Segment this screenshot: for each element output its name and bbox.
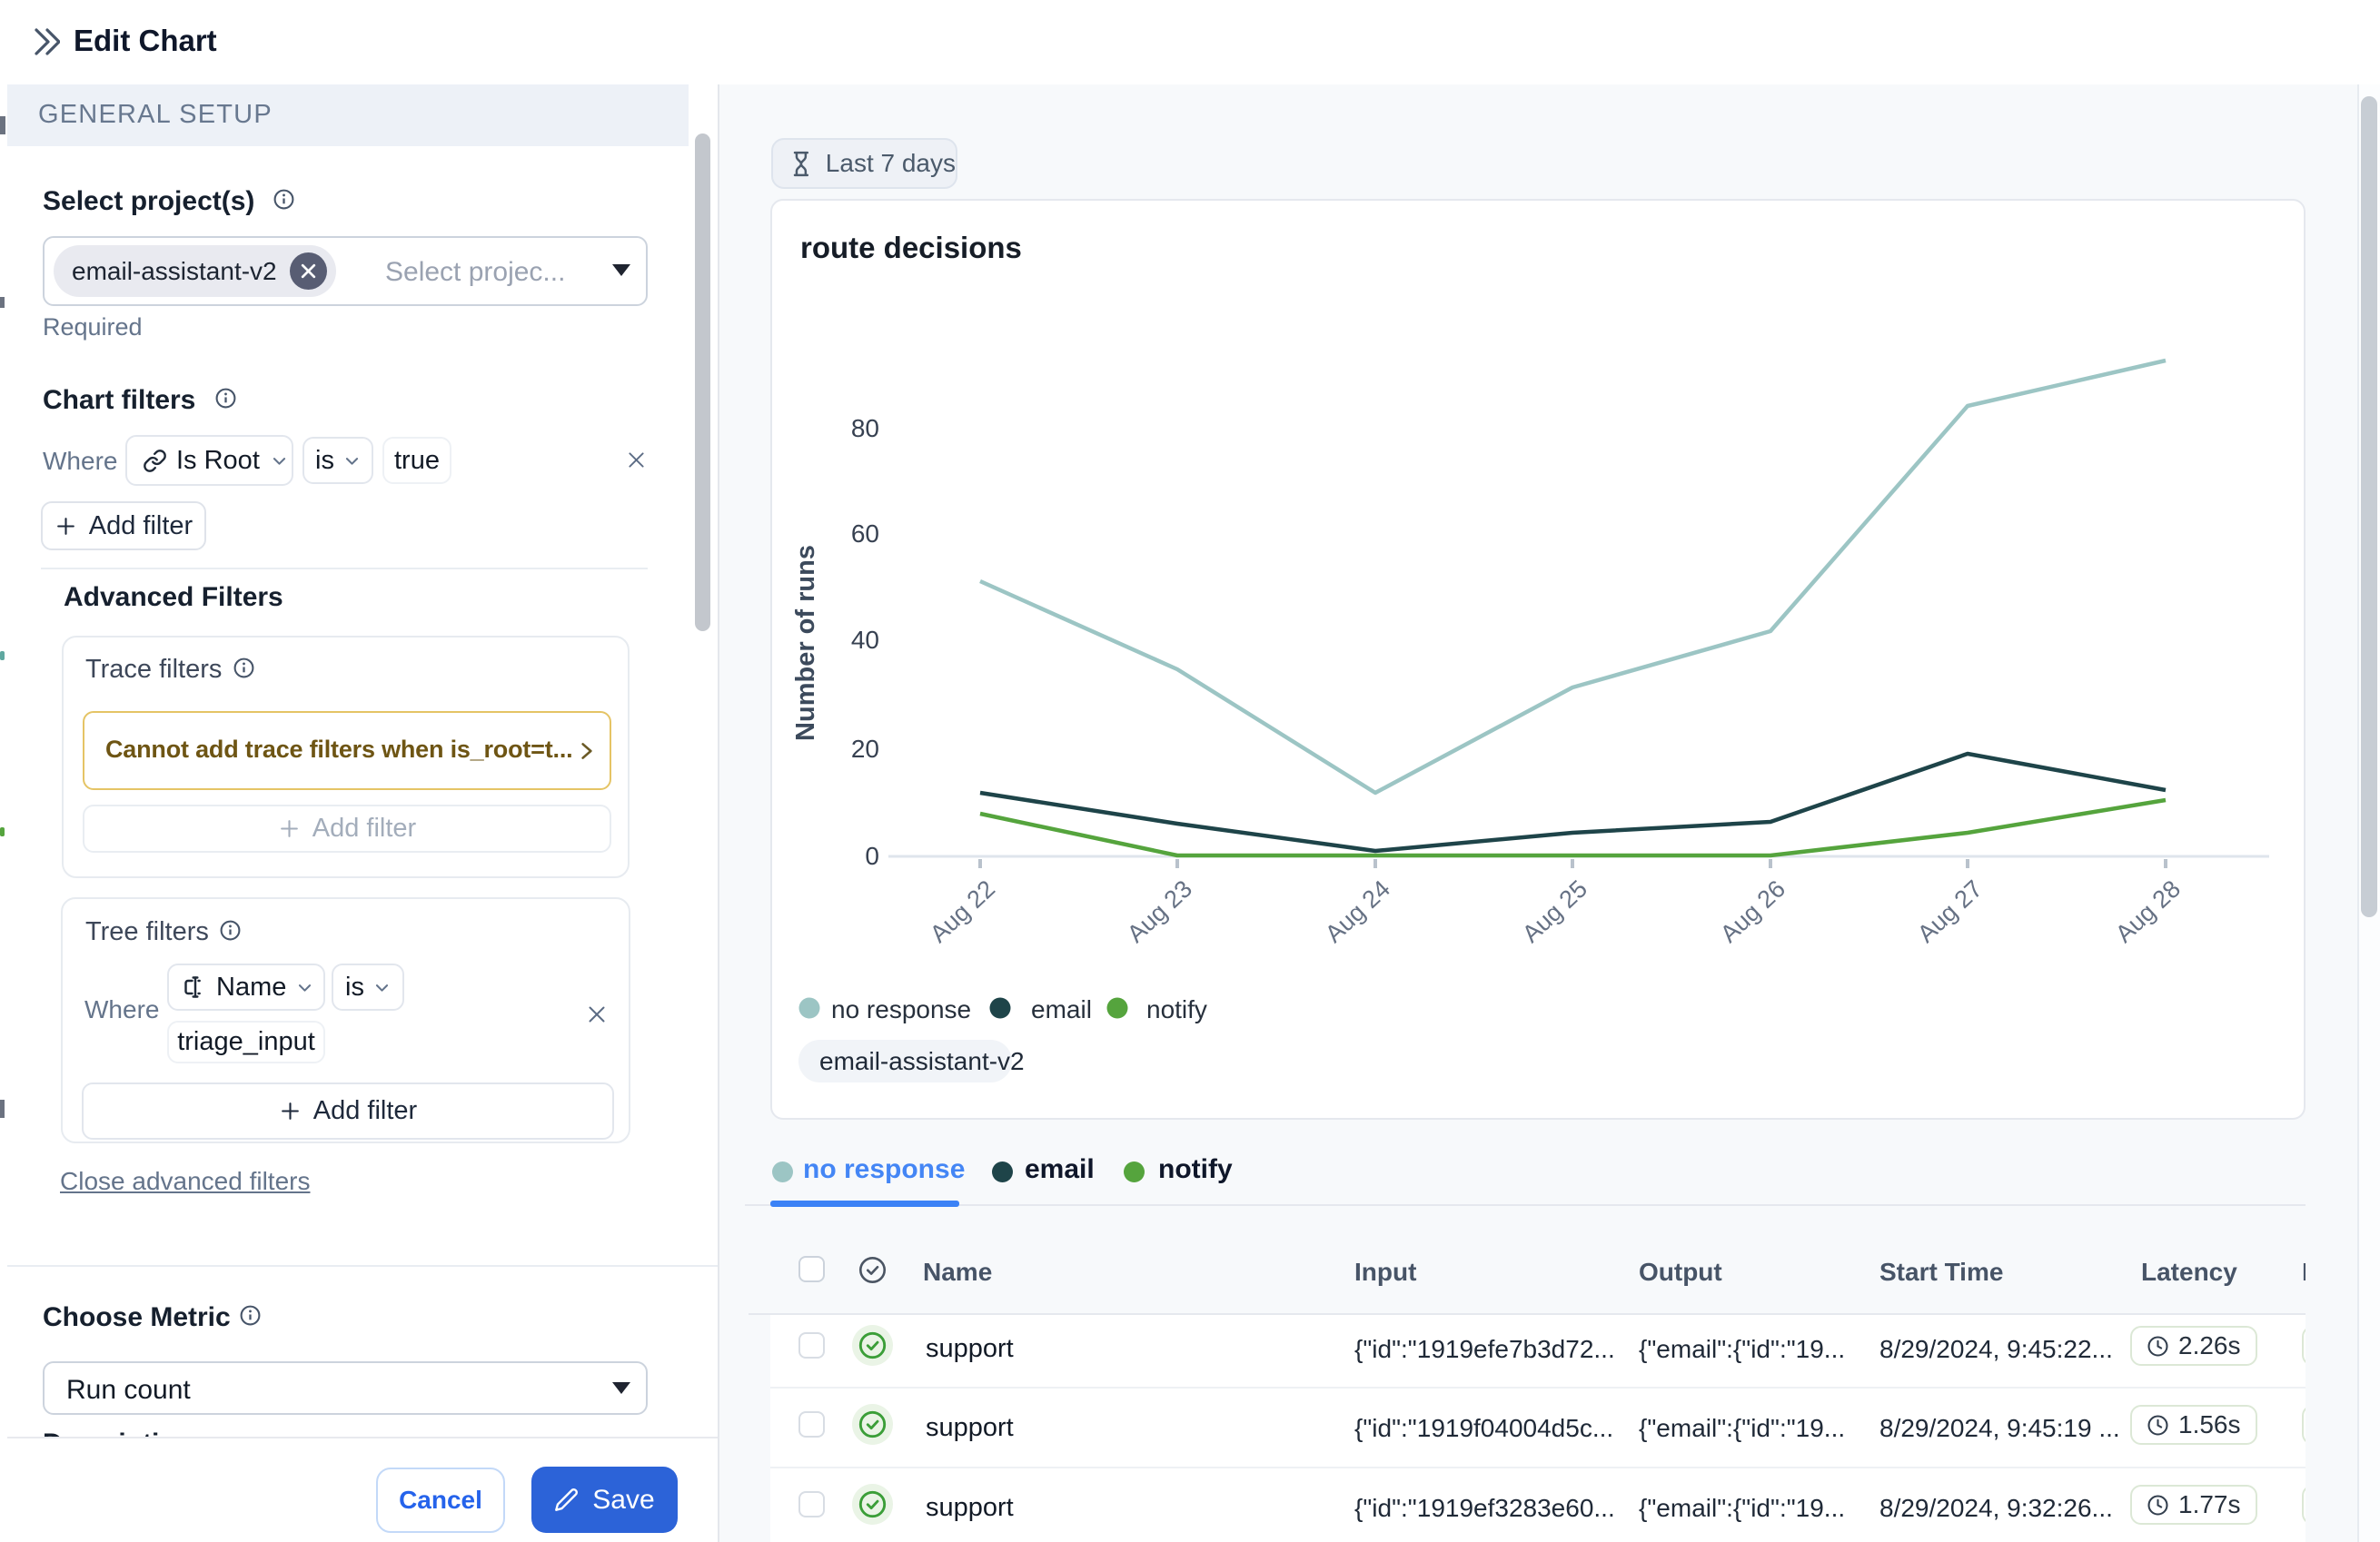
svg-text:20: 20 xyxy=(851,735,879,763)
svg-text:Aug 23: Aug 23 xyxy=(1122,875,1197,947)
svg-text:Aug 24: Aug 24 xyxy=(1320,875,1395,947)
svg-text:60: 60 xyxy=(851,519,879,548)
svg-text:Aug 26: Aug 26 xyxy=(1715,875,1790,947)
svg-text:Number of runs: Number of runs xyxy=(791,545,820,741)
svg-text:0: 0 xyxy=(865,842,879,870)
svg-text:40: 40 xyxy=(851,626,879,654)
svg-text:notify: notify xyxy=(1146,995,1207,1023)
svg-text:no response: no response xyxy=(831,995,971,1023)
svg-text:Aug 28: Aug 28 xyxy=(2110,875,2186,947)
svg-text:80: 80 xyxy=(851,414,879,442)
svg-text:email: email xyxy=(1031,995,1092,1023)
svg-text:email-assistant-v2: email-assistant-v2 xyxy=(819,1047,1025,1075)
svg-text:Aug 22: Aug 22 xyxy=(925,875,1000,947)
svg-text:Aug 25: Aug 25 xyxy=(1517,875,1592,947)
svg-text:Aug 27: Aug 27 xyxy=(1912,875,1988,947)
